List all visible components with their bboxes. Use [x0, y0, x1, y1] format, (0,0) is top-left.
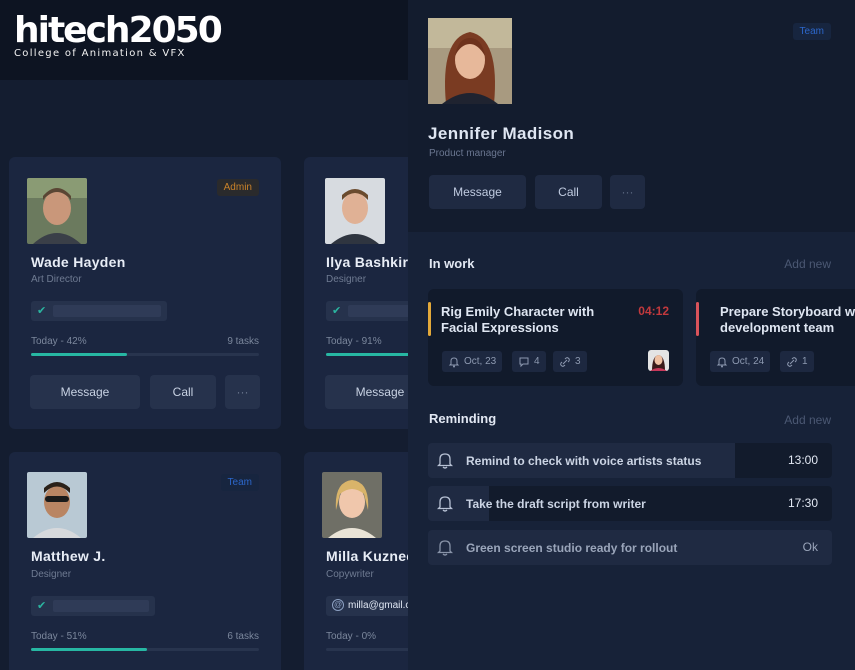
link-icon: [560, 356, 570, 367]
member-role: Designer: [326, 274, 367, 285]
message-button[interactable]: Message: [30, 375, 140, 409]
assignee-avatar[interactable]: [648, 350, 669, 371]
member-name: Milla Kuznecova: [326, 548, 408, 564]
task-checklist-chip[interactable]: ✔: [31, 596, 155, 616]
check-icon: ✔: [37, 305, 47, 317]
progress-label: Today - 51%: [31, 631, 87, 642]
avatar: [325, 178, 385, 244]
member-name: Wade Hayden: [31, 254, 126, 270]
reminding-add-new-link[interactable]: Add new: [784, 413, 831, 427]
member-name: Ilya Bashkirov: [326, 254, 408, 270]
logo-wordmark: hitech2050: [14, 10, 223, 51]
in-work-add-new-link[interactable]: Add new: [784, 257, 831, 271]
task-link-count: 1: [802, 356, 808, 367]
email-icon: @: [332, 599, 344, 611]
task-count: 9 tasks: [227, 336, 259, 347]
call-button[interactable]: Call: [150, 375, 216, 409]
task-link-count: 3: [575, 356, 581, 367]
reminder-item[interactable]: Green screen studio ready for rollout Ok: [428, 530, 832, 565]
in-work-title: In work: [429, 256, 475, 271]
email-chip[interactable]: @ milla@gmail.com: [326, 596, 408, 616]
progress-bar: [326, 353, 408, 356]
task-links-chip[interactable]: 3: [553, 351, 587, 372]
more-button[interactable]: ···: [610, 175, 645, 209]
member-card[interactable]: Milla Kuznecova Copywriter @ milla@gmail.…: [304, 452, 408, 670]
task-date: Oct, 24: [732, 356, 765, 367]
reminder-item[interactable]: Take the draft script from writer 17:30: [428, 486, 832, 521]
avatar: [322, 472, 382, 538]
task-title: Rig Emily Character with Facial Expressi…: [441, 304, 595, 335]
reminder-text: Remind to check with voice artists statu…: [466, 454, 702, 468]
task-accent: [428, 302, 431, 336]
brand-logo: hitech2050 College of Animation & VFX: [14, 10, 223, 60]
reminder-text: Take the draft script from writer: [466, 497, 646, 511]
task-checklist-chip[interactable]: ✔: [326, 301, 408, 321]
progress-label: Today - 91%: [326, 336, 382, 347]
progress-label: Today - 42%: [31, 336, 87, 347]
task-card[interactable]: Prepare Storyboard with development team…: [696, 289, 855, 386]
role-badge: Admin: [216, 179, 259, 196]
progress-label: Today - 0%: [326, 631, 377, 642]
reminding-title: Reminding: [429, 411, 497, 426]
avatar: [27, 472, 87, 538]
reminder-time: 17:30: [787, 496, 818, 510]
check-icon: ✔: [332, 305, 342, 317]
task-title: Prepare Storyboard with development team: [720, 304, 855, 335]
message-button[interactable]: Message: [429, 175, 526, 209]
bell-icon: [716, 356, 728, 367]
team-badge: Team: [792, 23, 831, 40]
member-card[interactable]: Admin Wade Hayden Art Director ✔ Today -…: [9, 157, 281, 429]
task-date: Oct, 23: [464, 356, 497, 367]
message-button[interactable]: Message: [325, 375, 408, 409]
profile-role: Product manager: [429, 148, 506, 159]
reminder-time: Ok: [802, 540, 818, 554]
check-icon: ✔: [37, 600, 47, 612]
task-date-chip: Oct, 24: [710, 351, 771, 372]
comment-icon: [519, 357, 529, 367]
member-card[interactable]: Ilya Bashkirov Designer ✔ Today - 91% Me…: [304, 157, 408, 429]
member-role: Copywriter: [326, 569, 374, 580]
task-comments-chip[interactable]: 4: [512, 351, 546, 372]
profile-name: Jennifer Madison: [428, 124, 575, 143]
bell-icon: [437, 540, 453, 556]
task-links-chip[interactable]: 1: [780, 351, 814, 372]
bell-icon: [448, 356, 460, 367]
reminder-item[interactable]: Remind to check with voice artists statu…: [428, 443, 832, 478]
task-count: 6 tasks: [227, 631, 259, 642]
task-card[interactable]: Rig Emily Character with Facial Expressi…: [428, 289, 683, 386]
email-text: milla@gmail.com: [348, 600, 408, 611]
reminder-text: Green screen studio ready for rollout: [466, 541, 678, 555]
task-timer: 04:12: [638, 304, 669, 318]
task-accent: [696, 302, 699, 336]
team-grid-background: hitech2050 College of Animation & VFX Ad…: [0, 0, 408, 670]
bell-icon: [437, 496, 453, 512]
avatar: [27, 178, 87, 244]
member-role: Art Director: [31, 274, 82, 285]
profile-panel: Team Jennifer Madison Product manager Me…: [408, 0, 855, 670]
link-icon: [787, 356, 797, 367]
progress-bar: [31, 353, 259, 356]
reminder-time: 13:00: [787, 453, 818, 467]
task-comment-count: 4: [534, 356, 540, 367]
progress-bar: [31, 648, 259, 651]
profile-avatar: [428, 18, 512, 104]
bell-icon: [437, 453, 453, 469]
progress-bar: [326, 648, 408, 651]
task-date-chip: Oct, 23: [442, 351, 503, 372]
member-name: Matthew J.: [31, 548, 106, 564]
member-card[interactable]: Team Matthew J. Designer ✔ Today - 51% 6…: [9, 452, 281, 670]
member-role: Designer: [31, 569, 72, 580]
role-badge: Team: [220, 474, 259, 491]
profile-header: Team Jennifer Madison Product manager Me…: [408, 0, 855, 232]
more-button[interactable]: ···: [225, 375, 260, 409]
call-button[interactable]: Call: [535, 175, 602, 209]
task-checklist-chip[interactable]: ✔: [31, 301, 167, 321]
top-bar: hitech2050 College of Animation & VFX: [0, 0, 408, 80]
